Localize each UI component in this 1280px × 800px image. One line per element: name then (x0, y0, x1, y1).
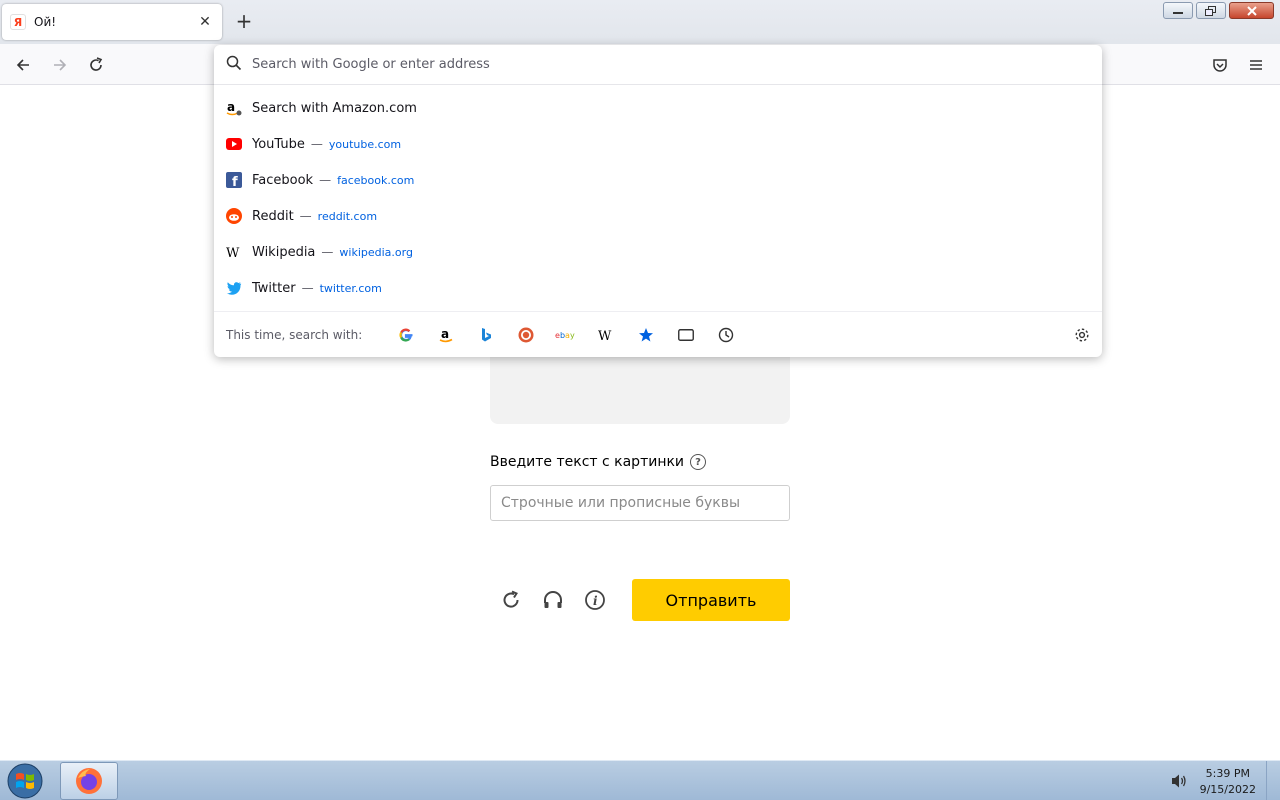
result-url: reddit.com (317, 209, 378, 223)
volume-icon[interactable] (1170, 773, 1188, 793)
google-icon[interactable] (386, 321, 426, 349)
clock-date: 9/15/2022 (1199, 783, 1256, 796)
help-icon[interactable]: ? (690, 454, 707, 470)
bing-icon[interactable] (466, 321, 506, 349)
window-controls (1163, 2, 1274, 19)
urlbar-result-youtube[interactable]: YouTube — youtube.com (214, 126, 1102, 162)
forward-icon[interactable] (47, 52, 73, 78)
svg-text:f: f (232, 175, 238, 188)
captcha-input[interactable] (490, 485, 790, 521)
duckduckgo-icon[interactable] (506, 321, 546, 349)
result-separator: — (321, 245, 334, 259)
result-title: Search with Amazon.com (252, 100, 417, 116)
result-title: Twitter (252, 280, 296, 296)
history-icon[interactable] (706, 321, 746, 349)
twitter-icon (226, 280, 242, 296)
wikipedia-icon: W (226, 244, 242, 260)
result-title: Facebook (252, 172, 314, 188)
urlbar-result-twitter[interactable]: Twitter — twitter.com (214, 270, 1102, 306)
result-title: Reddit (252, 208, 294, 224)
result-separator: — (301, 281, 314, 295)
system-clock[interactable]: 5:39 PM 9/15/2022 (1200, 766, 1256, 798)
tabs-icon[interactable] (666, 321, 706, 349)
pocket-icon[interactable] (1207, 52, 1233, 78)
svg-text:y: y (570, 331, 575, 340)
back-icon[interactable] (10, 52, 36, 78)
clock-time: 5:39 PM (1205, 767, 1250, 780)
urlbar-result-facebook[interactable]: f Facebook — facebook.com (214, 162, 1102, 198)
minimize-button[interactable] (1163, 2, 1193, 19)
tab-close-icon[interactable]: ✕ (196, 13, 214, 31)
result-separator: — (319, 173, 332, 187)
browser-tab[interactable]: Я Ой! ✕ (2, 4, 222, 40)
urlbar-result-amazon[interactable]: a Search with Amazon.com (214, 90, 1102, 126)
youtube-icon (226, 136, 242, 152)
info-icon[interactable]: i (583, 588, 607, 612)
urlbar-result-reddit[interactable]: Reddit — reddit.com (214, 198, 1102, 234)
urlbar-result-wikipedia[interactable]: W Wikipedia — wikipedia.org (214, 234, 1102, 270)
result-url: twitter.com (319, 281, 382, 295)
audio-captcha-headphones-icon[interactable] (541, 588, 565, 612)
facebook-icon: f (226, 172, 242, 188)
restore-button[interactable] (1196, 2, 1226, 19)
result-url: wikipedia.org (339, 245, 413, 259)
one-off-search-bar: This time, search with: a ebay W (214, 311, 1102, 357)
result-title: Wikipedia (252, 244, 316, 260)
amazon-icon[interactable]: a (426, 321, 466, 349)
tab-title: Ой! (34, 15, 57, 29)
bookmarks-icon[interactable] (626, 321, 666, 349)
captcha-label: Введите текст с картинки ? (490, 454, 707, 470)
submit-button[interactable]: Отправить (632, 579, 790, 621)
search-settings-gear-icon[interactable] (1072, 325, 1092, 345)
new-tab-button[interactable]: + (234, 11, 254, 32)
svg-text:W: W (226, 246, 240, 260)
address-bar-dropdown: a Search with Amazon.com YouTube — youtu… (214, 45, 1102, 357)
result-separator: — (310, 137, 323, 151)
yandex-favicon-icon: Я (10, 14, 26, 30)
reddit-icon (226, 208, 242, 224)
one-off-label: This time, search with: (226, 327, 363, 342)
ebay-icon[interactable]: ebay (546, 321, 586, 349)
wikipedia-icon[interactable]: W (586, 321, 626, 349)
svg-text:a: a (227, 100, 235, 114)
firefox-icon (76, 768, 102, 794)
taskbar-firefox-button[interactable] (60, 762, 118, 800)
result-title: YouTube (252, 136, 305, 152)
svg-text:i: i (593, 594, 598, 608)
search-icon (226, 55, 242, 75)
result-separator: — (299, 209, 312, 223)
close-window-button[interactable] (1229, 2, 1274, 19)
tab-strip: Я Ой! ✕ + (0, 0, 1280, 44)
address-bar (214, 45, 1102, 85)
result-url: youtube.com (328, 137, 402, 151)
windows-logo-icon (7, 763, 43, 799)
show-desktop-button[interactable] (1266, 761, 1280, 800)
captcha-label-text: Введите текст с картинки (490, 454, 685, 470)
refresh-captcha-icon[interactable] (499, 588, 523, 612)
address-input[interactable] (252, 57, 1052, 72)
windows-taskbar: 5:39 PM 9/15/2022 (0, 760, 1280, 800)
start-button[interactable] (3, 762, 47, 800)
amazon-icon: a (226, 100, 242, 116)
result-url: facebook.com (337, 173, 415, 187)
reload-icon[interactable] (83, 52, 109, 78)
menu-icon[interactable] (1243, 52, 1269, 78)
svg-text:a: a (441, 327, 449, 341)
svg-text:W: W (598, 329, 612, 343)
